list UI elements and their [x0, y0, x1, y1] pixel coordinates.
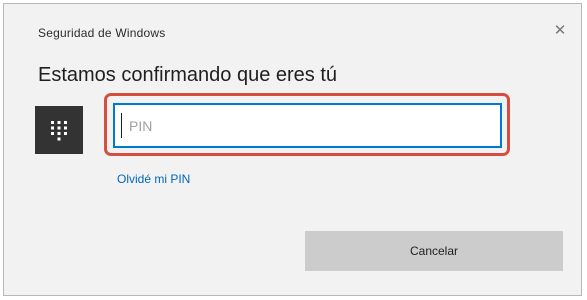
text-caret: [121, 113, 122, 138]
pin-input[interactable]: [113, 103, 502, 148]
close-icon: ✕: [553, 22, 567, 39]
cancel-button[interactable]: Cancelar: [305, 231, 563, 271]
dialog-title: Seguridad de Windows: [38, 26, 166, 40]
dialog-heading: Estamos confirmando que eres tú: [38, 64, 338, 86]
close-button[interactable]: ✕: [549, 19, 571, 41]
keypad-icon: [51, 121, 67, 141]
keypad-tile: [35, 106, 83, 154]
forgot-pin-link[interactable]: Olvidé mi PIN: [117, 172, 190, 186]
